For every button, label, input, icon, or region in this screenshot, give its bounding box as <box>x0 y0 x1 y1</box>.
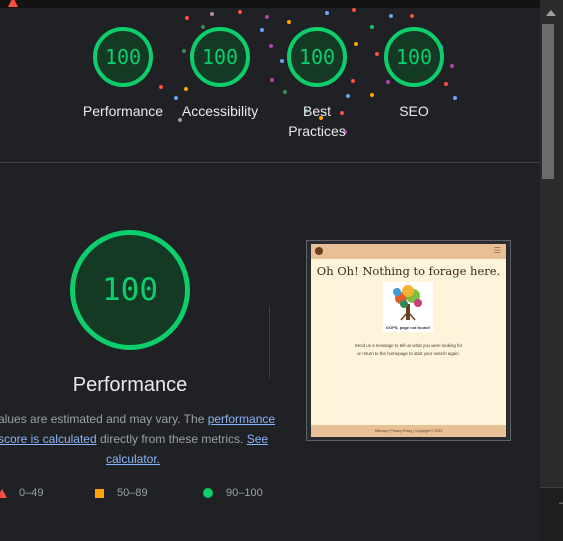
top-bar <box>0 0 540 8</box>
hamburger-icon: ☰ <box>493 246 501 255</box>
legend-fail: 0–49 <box>0 487 43 499</box>
section-divider <box>0 162 540 163</box>
gauge-best-practices[interactable]: 100 Best Practices <box>267 27 367 141</box>
fail-triangle-icon <box>0 488 7 498</box>
legend-label: 90–100 <box>226 487 263 499</box>
warning-icon <box>8 0 18 7</box>
scroll-lower-region: – <box>540 487 563 541</box>
legend-pass: 90–100 <box>203 487 263 499</box>
gauge-score: 100 <box>298 45 336 69</box>
pass-circle-icon <box>203 488 213 498</box>
tree-illustration-icon <box>393 285 422 321</box>
page-screenshot-thumbnail[interactable]: ☰ Oh Oh! Nothing to forage here. OOPS, p… <box>306 240 511 441</box>
gauge-performance[interactable]: 100 Performance <box>73 27 173 121</box>
dash-icon: – <box>559 497 563 509</box>
screenshot-header: ☰ <box>311 244 506 259</box>
category-gauges: 100 Performance 100 Accessibility 100 Be… <box>0 20 540 160</box>
gauge-label: SEO <box>399 103 429 119</box>
desc-text: directly from these metrics. <box>96 432 247 446</box>
gauge-score: 100 <box>395 45 433 69</box>
desc-text: Values are estimated and may vary. The <box>0 412 208 426</box>
not-found-card: OOPS, page not found! <box>383 282 433 332</box>
gauge-score: 100 <box>201 45 239 69</box>
gauge-ring: 100 <box>287 27 347 87</box>
screenshot-body: Send us a message to tell us what you we… <box>323 342 494 358</box>
body-line: Send us a message to tell us what you we… <box>354 343 463 348</box>
gauge-label: Performance <box>82 103 164 119</box>
performance-title: Performance <box>72 374 188 396</box>
scrollbar-thumb[interactable] <box>542 24 554 179</box>
performance-score-gauge: 100 <box>70 230 190 350</box>
legend-label: 50–89 <box>117 487 148 499</box>
gauge-ring: 100 <box>93 27 153 87</box>
gauge-accessibility[interactable]: 100 Accessibility <box>170 27 270 121</box>
performance-description: Values are estimated and may vary. The p… <box>0 409 278 469</box>
gauge-seo[interactable]: 100 SEO <box>364 27 464 121</box>
vertical-scrollbar[interactable]: – <box>540 0 563 541</box>
screenshot-content: ☰ Oh Oh! Nothing to forage here. OOPS, p… <box>311 244 506 437</box>
gauge-ring: 100 <box>384 27 444 87</box>
average-square-icon <box>95 488 104 498</box>
body-line: or return to the homepage to start your … <box>357 351 460 356</box>
gauge-ring: 100 <box>190 27 250 87</box>
gauge-score: 100 <box>104 45 142 69</box>
tree-logo-icon <box>315 247 323 255</box>
scroll-up-arrow-icon[interactable] <box>546 10 556 16</box>
vertical-divider <box>269 306 270 378</box>
legend-label: 0–49 <box>19 487 44 499</box>
gauge-label: Best Practices <box>288 103 346 139</box>
legend-average: 50–89 <box>95 487 148 499</box>
card-caption: OOPS, page not found! <box>386 325 430 330</box>
screenshot-footer: Sitemap | Privacy Policy | Copyright © 2… <box>311 425 506 437</box>
screenshot-headline: Oh Oh! Nothing to forage here. <box>316 264 501 278</box>
performance-score: 100 <box>102 272 158 308</box>
gauge-label: Accessibility <box>181 103 259 119</box>
